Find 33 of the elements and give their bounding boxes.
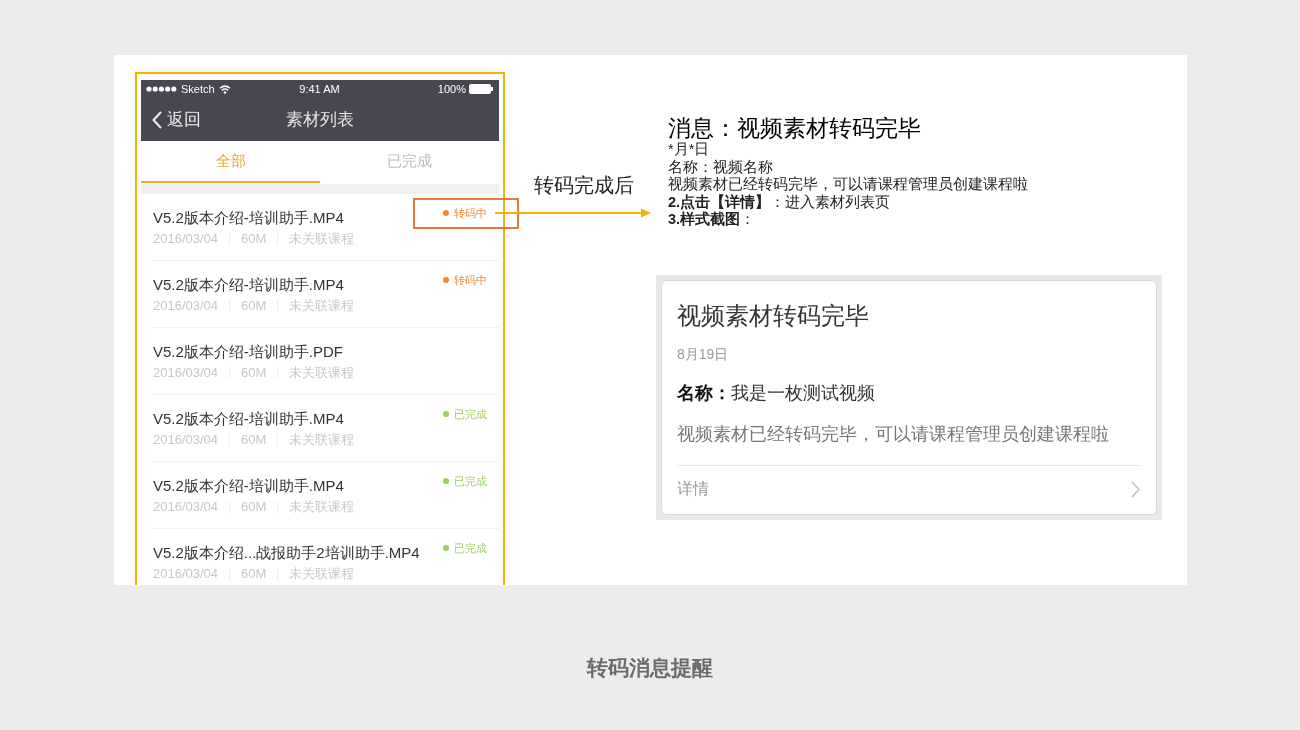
file-name: V5.2版本介绍-培训助手.MP4 <box>153 409 344 429</box>
status-time: 9:41 AM <box>299 82 340 96</box>
spec-line: 2.点击【详情】：进入素材列表页 <box>668 193 892 211</box>
wifi-icon <box>218 84 231 94</box>
screen-title: 素材列表 <box>286 108 354 131</box>
card-description: 视频素材已经转码完毕，可以请课程管理员创建课程啦 <box>677 422 1110 446</box>
file-name: V5.2版本介绍...战报助手2培训助手.MP4 <box>153 543 420 563</box>
carrier-name: Sketch <box>181 82 215 96</box>
spec-line: 视频素材已经转码完毕，可以请课程管理员创建课程啦 <box>668 176 1029 194</box>
status-label: 已完成 <box>454 408 487 420</box>
battery-icon <box>469 84 493 94</box>
battery-percent: 100% <box>437 82 466 96</box>
signal-dots-icon <box>146 86 177 92</box>
card-title: 视频素材转码完毕 <box>677 300 870 331</box>
file-name: V5.2版本介绍-培训助手.MP4 <box>153 275 344 295</box>
card-date: 8月19日 <box>677 344 730 364</box>
status-label: 转码中 <box>454 274 487 286</box>
spec-line: 名称：视频名称 <box>668 158 774 176</box>
status-label: 已完成 <box>454 542 487 554</box>
chevron-right-icon <box>1131 480 1140 498</box>
card-name-line: 名称：我是一枚测试视频 <box>677 381 876 405</box>
back-button[interactable]: 返回 <box>141 108 203 131</box>
chevron-left-icon <box>152 110 162 129</box>
file-name: V5.2版本介绍-培训助手.MP4 <box>153 476 344 496</box>
spec-title: 消息：视频素材转码完毕 <box>668 115 922 141</box>
spec-line: *月*日 <box>668 141 711 159</box>
status-label: 转码中 <box>454 207 487 219</box>
status-label: 已完成 <box>454 475 487 487</box>
annotation-label: 转码完成后 <box>534 174 634 196</box>
spec-line: 3.样式截图： <box>668 211 757 229</box>
file-name: V5.2版本介绍-培训助手.PDF <box>153 342 344 362</box>
page-caption: 转码消息提醒 <box>585 656 714 680</box>
file-name: V5.2版本介绍-培训助手.MP4 <box>153 208 344 228</box>
